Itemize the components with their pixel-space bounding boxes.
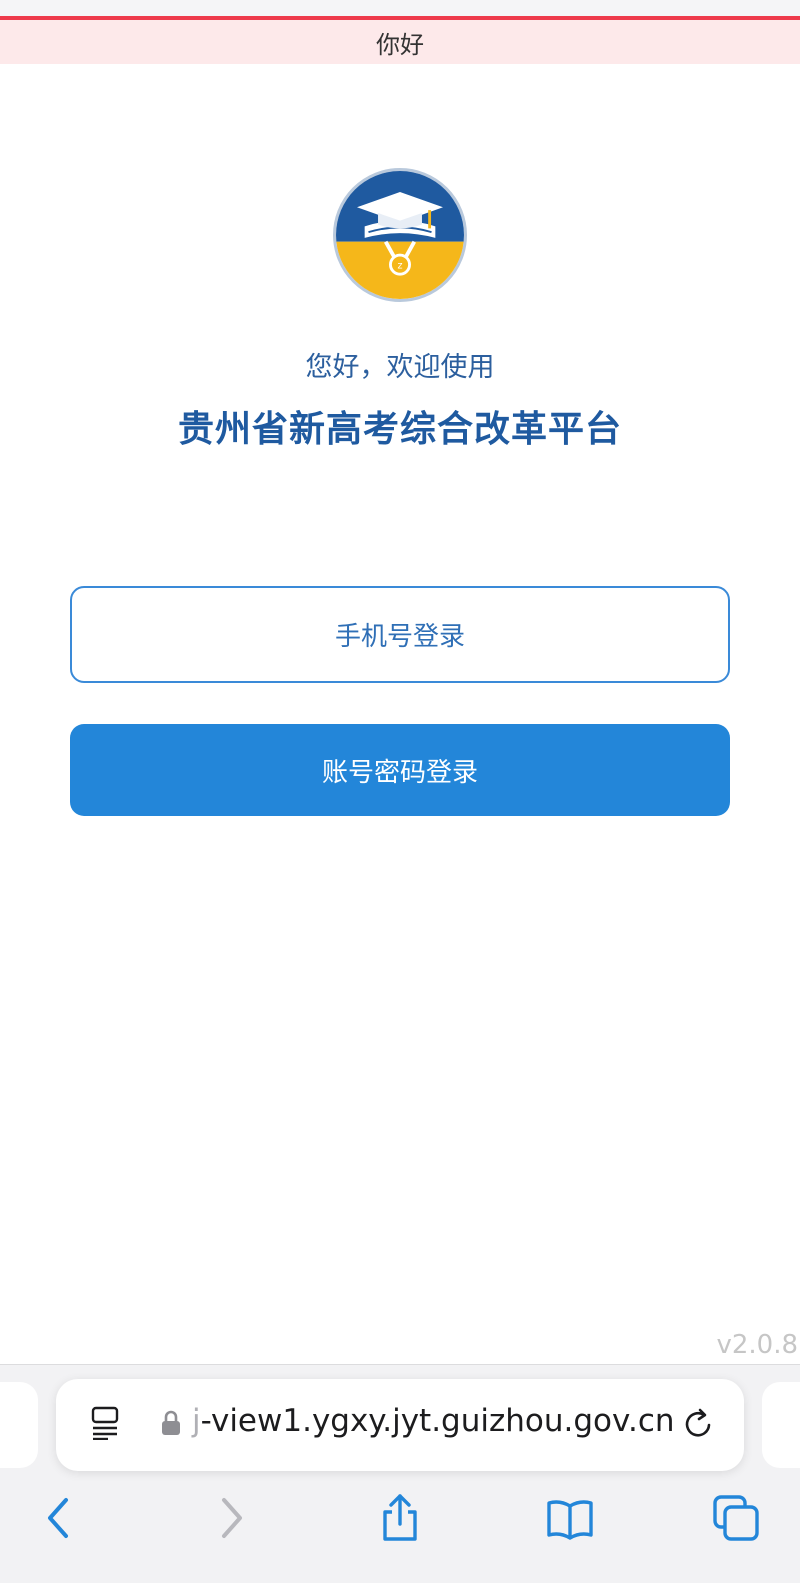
page-title-bar: 你好 bbox=[0, 20, 800, 64]
reader-mode-icon[interactable] bbox=[90, 1406, 120, 1440]
account-login-label: 账号密码登录 bbox=[321, 757, 478, 788]
next-tab-card[interactable] bbox=[762, 1382, 800, 1468]
chevron-right-icon[interactable] bbox=[206, 1494, 254, 1542]
phone-login-label: 手机号登录 bbox=[334, 622, 465, 652]
tabs-icon[interactable] bbox=[712, 1494, 760, 1542]
platform-name-heading: 贵州省新高考综合改革平台 bbox=[177, 409, 622, 450]
share-icon[interactable] bbox=[376, 1494, 424, 1542]
url-prefix: j bbox=[192, 1403, 201, 1439]
version-label: v2.0.8 bbox=[716, 1330, 798, 1360]
welcome-text: 您好，欢迎使用 bbox=[305, 352, 495, 383]
url-domain: -view1.ygxy.jyt.guizhou.gov.cn bbox=[200, 1403, 675, 1439]
lock-icon bbox=[162, 1410, 180, 1435]
graduation-cap-icon: z bbox=[336, 171, 464, 299]
account-password-login-button[interactable]: 账号密码登录 bbox=[70, 724, 730, 816]
phone-login-button[interactable]: 手机号登录 bbox=[70, 586, 730, 683]
status-strip bbox=[0, 0, 800, 16]
reload-icon[interactable] bbox=[682, 1405, 716, 1441]
page-title: 你好 bbox=[376, 30, 424, 59]
previous-tab-card[interactable] bbox=[0, 1382, 38, 1468]
svg-text:z: z bbox=[397, 260, 402, 271]
url-text[interactable]: j-view1.ygxy.jyt.guizhou.gov.cn bbox=[192, 1403, 675, 1439]
chevron-left-icon[interactable] bbox=[36, 1494, 84, 1542]
book-icon[interactable] bbox=[546, 1494, 594, 1542]
platform-logo: z bbox=[333, 168, 467, 302]
